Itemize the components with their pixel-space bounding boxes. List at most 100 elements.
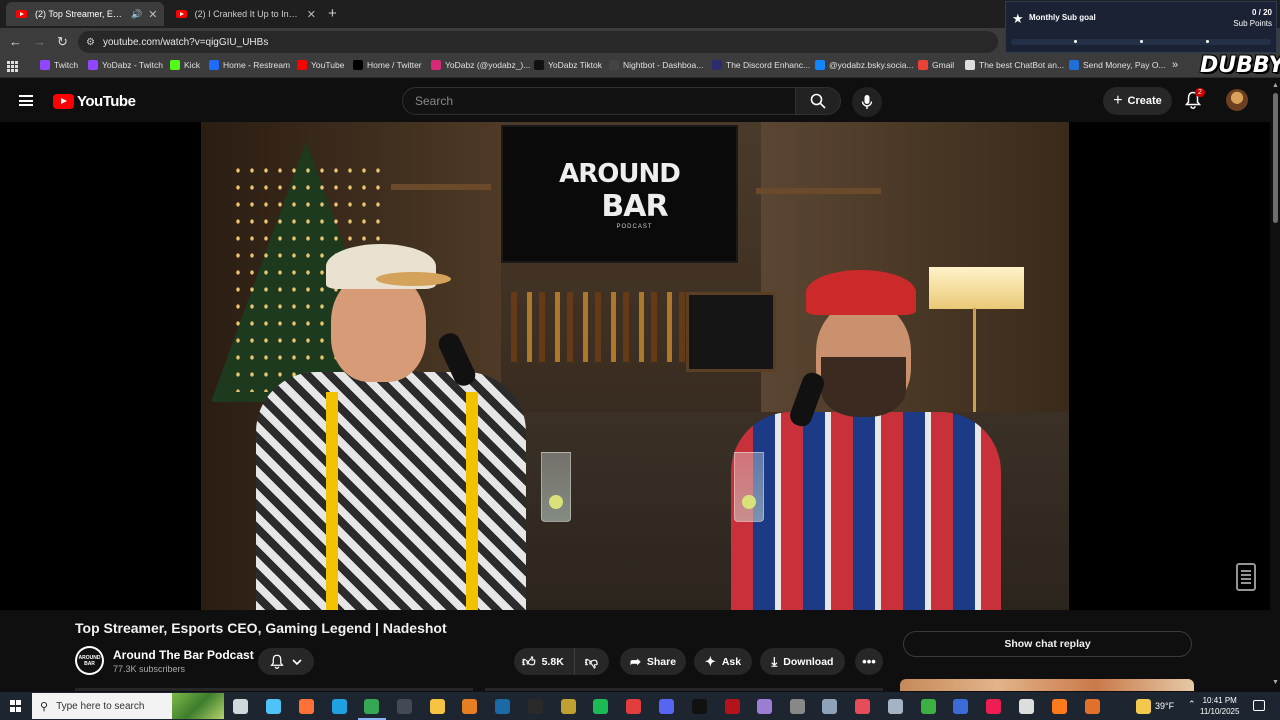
weather-icon[interactable] [1136, 699, 1151, 714]
create-button[interactable]: + Create [1103, 87, 1172, 115]
jacket-stripe [466, 392, 478, 610]
bookmark-item[interactable]: YoDabz (@yodabz_)... [431, 60, 530, 70]
app-icon[interactable] [1052, 699, 1067, 714]
bookmark-item[interactable]: @yodabz.bsky.socia... [815, 60, 914, 70]
steam-icon[interactable] [495, 699, 510, 714]
recommended-video-thumbnail[interactable] [900, 679, 1194, 691]
channel-watermark-icon[interactable] [1236, 563, 1256, 591]
obs-icon[interactable] [397, 699, 412, 714]
taskbar-search-placeholder: Type here to search [56, 700, 145, 712]
bookmark-item[interactable]: Nightbot - Dashboa... [609, 60, 703, 70]
bookmark-item[interactable]: Home - Restream [209, 60, 290, 70]
app-icon[interactable] [725, 699, 740, 714]
bookmark-label: Twitch [54, 60, 79, 70]
speaker-icon[interactable]: 🔊 [131, 9, 142, 20]
search-button[interactable] [795, 87, 841, 115]
url-field[interactable]: ⚙ youtube.com/watch?v=qigGIU_UHBs [78, 31, 998, 53]
youtube-logo[interactable]: YouTube [53, 93, 136, 110]
sub-goal-count: 0 / 20 [1251, 8, 1272, 17]
close-tab-icon[interactable]: ✕ [307, 8, 316, 21]
search-input[interactable] [415, 94, 775, 108]
channel-avatar[interactable]: AROUND BAR [75, 646, 104, 675]
windows-start-icon[interactable] [10, 700, 22, 712]
tab-inactive[interactable]: (2) I Cranked It Up to Insane N ✕ [166, 2, 322, 26]
page-scrollbar[interactable]: ▲ ▼ [1270, 79, 1280, 691]
app-icon[interactable] [855, 699, 870, 714]
bookmark-item[interactable]: The Discord Enhanc... [712, 60, 810, 70]
file-explorer-icon[interactable] [430, 699, 445, 714]
app-icon[interactable] [888, 699, 903, 714]
menu-icon[interactable] [19, 95, 33, 106]
firefox-icon[interactable] [299, 699, 314, 714]
progress-tick [1140, 40, 1143, 43]
system-clock[interactable]: 10:41 PM 11/10/2025 [1200, 695, 1239, 717]
more-actions-button[interactable]: ••• [855, 648, 883, 675]
bookmark-item[interactable]: Home / Twitter [353, 60, 422, 70]
subscription-notify-button[interactable] [258, 648, 314, 675]
discord-icon[interactable] [659, 699, 674, 714]
bluesky-icon [815, 60, 825, 70]
action-center-icon[interactable] [1253, 700, 1265, 711]
ask-button[interactable]: ✦ Ask [694, 648, 752, 675]
tray-overflow-icon[interactable]: ⌃ [1188, 699, 1196, 710]
bookmark-label: The best ChatBot an... [979, 60, 1065, 70]
game-icon[interactable] [561, 699, 576, 714]
voice-search-button[interactable] [852, 87, 882, 117]
share-button[interactable]: ➦ Share [620, 648, 686, 675]
back-icon[interactable]: ← [9, 34, 22, 49]
epic-games-icon[interactable] [528, 699, 543, 714]
new-tab-icon[interactable]: + [328, 5, 337, 22]
chrome-icon[interactable] [364, 699, 379, 714]
task-view-icon[interactable] [233, 699, 248, 714]
twitch-icon [88, 60, 98, 70]
tiktok-icon[interactable] [986, 699, 1001, 714]
feather-icon[interactable] [757, 699, 772, 714]
app-icon[interactable] [953, 699, 968, 714]
bookmark-label: YouTube [311, 60, 345, 70]
site-info-icon[interactable]: ⚙ [86, 37, 95, 48]
tab-active[interactable]: (2) Top Streamer, Esports C 🔊 ✕ [6, 2, 164, 26]
notifications-button[interactable]: 2 [1184, 88, 1205, 114]
bookmark-item[interactable]: The best ChatBot an... [965, 60, 1064, 70]
copilot-icon[interactable] [266, 699, 281, 714]
app-icon[interactable] [1085, 699, 1100, 714]
chatbot-icon [965, 60, 975, 70]
bookmarks-overflow-icon[interactable]: » [1172, 59, 1178, 71]
scrollbar-thumb[interactable] [1273, 93, 1278, 223]
bookmark-item[interactable]: Twitch [40, 60, 78, 70]
edge-icon[interactable] [332, 699, 347, 714]
close-tab-icon[interactable]: ✕ [148, 8, 157, 21]
app-icon[interactable] [626, 699, 641, 714]
bookmark-item[interactable]: YouTube [297, 60, 344, 70]
dislike-button[interactable]: 👎︎ [575, 654, 604, 670]
download-button[interactable]: ⤓ Download [760, 648, 845, 675]
kick-icon [170, 60, 180, 70]
video-player[interactable]: AROUND BAR PODCAST [0, 122, 1270, 610]
search-icon: ⚲ [40, 700, 49, 713]
app-icon[interactable] [1019, 699, 1034, 714]
like-button[interactable]: 👍︎ 5.8K [514, 648, 575, 675]
user-avatar[interactable] [1226, 89, 1248, 111]
bookmark-item[interactable]: YoDabz Tiktok [534, 60, 602, 70]
app-icon[interactable] [822, 699, 837, 714]
weather-temperature[interactable]: 39°F [1155, 701, 1174, 711]
bookmark-item[interactable]: Send Money, Pay O... [1069, 60, 1166, 70]
forward-icon[interactable]: → [33, 34, 46, 49]
apps-grid-icon[interactable] [7, 61, 18, 72]
app-icon[interactable] [462, 699, 477, 714]
bookmark-item[interactable]: Kick [170, 60, 200, 70]
reload-icon[interactable]: ↻ [57, 34, 68, 50]
bookmark-item[interactable]: Gmail [918, 60, 954, 70]
spotify-icon[interactable] [593, 699, 608, 714]
scroll-up-icon[interactable]: ▲ [1272, 82, 1279, 89]
tiktok-icon[interactable] [692, 699, 707, 714]
more-horizontal-icon: ••• [862, 654, 876, 669]
bookmark-item[interactable]: YoDabz - Twitch [88, 60, 163, 70]
settings-icon[interactable] [790, 699, 805, 714]
scroll-down-icon[interactable]: ▼ [1272, 679, 1279, 686]
xbox-icon[interactable] [921, 699, 936, 714]
bookmark-label: Home / Twitter [367, 60, 422, 70]
show-chat-replay-button[interactable]: Show chat replay [903, 631, 1192, 657]
taskbar-search[interactable]: ⚲ Type here to search [32, 693, 224, 719]
channel-name[interactable]: Around The Bar Podcast [113, 648, 254, 662]
